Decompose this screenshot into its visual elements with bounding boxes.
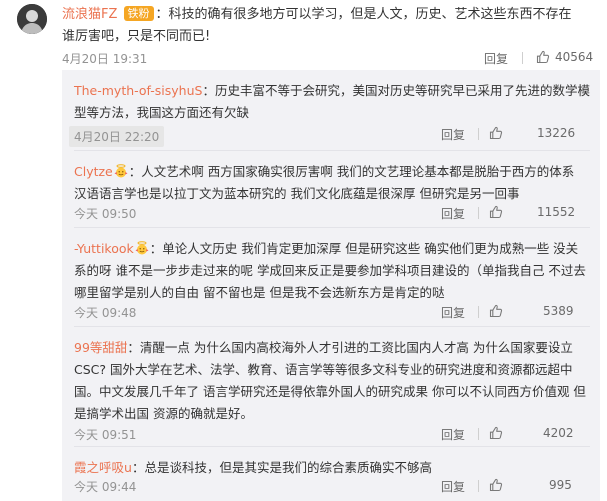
like-count: 995 bbox=[549, 478, 572, 492]
angel-emoji-icon bbox=[135, 241, 149, 255]
meta-divider bbox=[478, 306, 479, 318]
thumbs-up-icon[interactable] bbox=[489, 126, 503, 140]
reply-button[interactable]: 回复 bbox=[441, 426, 465, 443]
colon: ： bbox=[149, 241, 163, 256]
like-count: 40564 bbox=[555, 50, 594, 64]
meta-divider bbox=[522, 52, 523, 64]
top-comment-body: 流浪猫FZ 铁粉 ：科技的确有很多地方可以学习，但是人文，历史、艺术这些东西不存在… bbox=[62, 4, 582, 48]
reply-button[interactable]: 回复 bbox=[441, 304, 465, 321]
like-count: 4202 bbox=[543, 426, 574, 440]
top-comment-time: 4月20日 19:31 bbox=[62, 52, 148, 66]
like-count: 5389 bbox=[543, 304, 574, 318]
reply-body: -Yuttikook ：单论人文历史 我们肯定更加深厚 但是研究这些 确实他们更为… bbox=[74, 238, 590, 304]
reply-item: 99等甜甜：清醒一点 为什么国内高校海外人才引进的工资比国内人才高 为什么国家要… bbox=[62, 327, 600, 447]
thumbs-up-icon[interactable] bbox=[489, 205, 503, 219]
comment-thread: 流浪猫FZ 铁粉 ：科技的确有很多地方可以学习，但是人文，历史、艺术这些东西不存在… bbox=[0, 0, 607, 501]
reply-time: 今天 09:48 bbox=[74, 306, 137, 320]
colon: ： bbox=[128, 164, 142, 179]
reply-text: 总是谈科技，但是其实是我们的综合素质确实不够高 bbox=[144, 460, 432, 475]
reply-item: The-myth-of-sisyhuS：历史丰富不等于会研究，美国对历史等研究早… bbox=[62, 70, 600, 151]
angel-emoji-icon bbox=[114, 164, 128, 178]
reply-body: Clytze ：人文艺术啊 西方国家确实很厉害啊 我们的文艺理论基本都是脱胎于西方… bbox=[74, 161, 590, 205]
reply-time: 今天 09:50 bbox=[74, 207, 137, 221]
reply-time: 4月20日 22:20 bbox=[69, 126, 165, 147]
reply-button[interactable]: 回复 bbox=[441, 126, 465, 143]
thumbs-up-icon[interactable] bbox=[536, 50, 550, 64]
like-count: 13226 bbox=[537, 126, 576, 140]
reply-item: Clytze ：人文艺术啊 西方国家确实很厉害啊 我们的文艺理论基本都是脱胎于西方… bbox=[62, 151, 600, 228]
reply-item: 霞之呼吸u：总是谈科技，但是其实是我们的综合素质确实不够高 今天 09:44 回… bbox=[62, 447, 600, 501]
meta-divider bbox=[478, 428, 479, 440]
top-comment: 流浪猫FZ 铁粉 ：科技的确有很多地方可以学习，但是人文，历史、艺术这些东西不存在… bbox=[0, 0, 607, 68]
reply-body: The-myth-of-sisyhuS：历史丰富不等于会研究，美国对历史等研究早… bbox=[74, 80, 590, 124]
avatar[interactable] bbox=[17, 4, 47, 34]
reply-time: 今天 09:44 bbox=[74, 480, 137, 494]
reply-username[interactable]: The-myth-of-sisyhuS bbox=[74, 83, 202, 98]
colon: ： bbox=[127, 340, 140, 355]
reply-body: 霞之呼吸u：总是谈科技，但是其实是我们的综合素质确实不够高 bbox=[74, 457, 590, 479]
like-count: 11552 bbox=[537, 205, 576, 219]
replies-panel: The-myth-of-sisyhuS：历史丰富不等于会研究，美国对历史等研究早… bbox=[62, 70, 600, 501]
colon: ： bbox=[131, 460, 145, 475]
reply-text: 人文艺术啊 西方国家确实很厉害啊 我们的文艺理论基本都是脱胎于西方的体系 汉语语… bbox=[74, 164, 575, 201]
reply-button[interactable]: 回复 bbox=[484, 50, 508, 67]
reply-time: 今天 09:51 bbox=[74, 428, 137, 442]
top-comment-meta: 4月20日 19:31 回复 40564 bbox=[62, 46, 594, 67]
thumbs-up-icon[interactable] bbox=[489, 426, 503, 440]
top-comment-username[interactable]: 流浪猫FZ bbox=[62, 7, 117, 22]
thumbs-up-icon[interactable] bbox=[489, 478, 503, 492]
colon: ： bbox=[202, 83, 215, 98]
reply-username[interactable]: 霞之呼吸u bbox=[74, 460, 132, 475]
fan-badge[interactable]: 铁粉 bbox=[123, 6, 154, 21]
reply-item: -Yuttikook ：单论人文历史 我们肯定更加深厚 但是研究这些 确实他们更为… bbox=[62, 228, 600, 327]
reply-button[interactable]: 回复 bbox=[441, 205, 465, 222]
reply-username[interactable]: 99等甜甜 bbox=[74, 340, 127, 355]
reply-body: 99等甜甜：清醒一点 为什么国内高校海外人才引进的工资比国内人才高 为什么国家要… bbox=[74, 337, 590, 425]
thumbs-up-icon[interactable] bbox=[489, 304, 503, 318]
meta-divider bbox=[478, 207, 479, 219]
reply-text: 清醒一点 为什么国内高校海外人才引进的工资比国内人才高 为什么国家要设立CSC?… bbox=[74, 340, 586, 421]
reply-username[interactable]: Clytze bbox=[74, 164, 113, 179]
reply-button[interactable]: 回复 bbox=[441, 478, 465, 495]
reply-username[interactable]: -Yuttikook bbox=[74, 241, 134, 256]
meta-divider bbox=[478, 480, 479, 492]
meta-divider bbox=[478, 128, 479, 140]
colon: ： bbox=[155, 7, 169, 22]
